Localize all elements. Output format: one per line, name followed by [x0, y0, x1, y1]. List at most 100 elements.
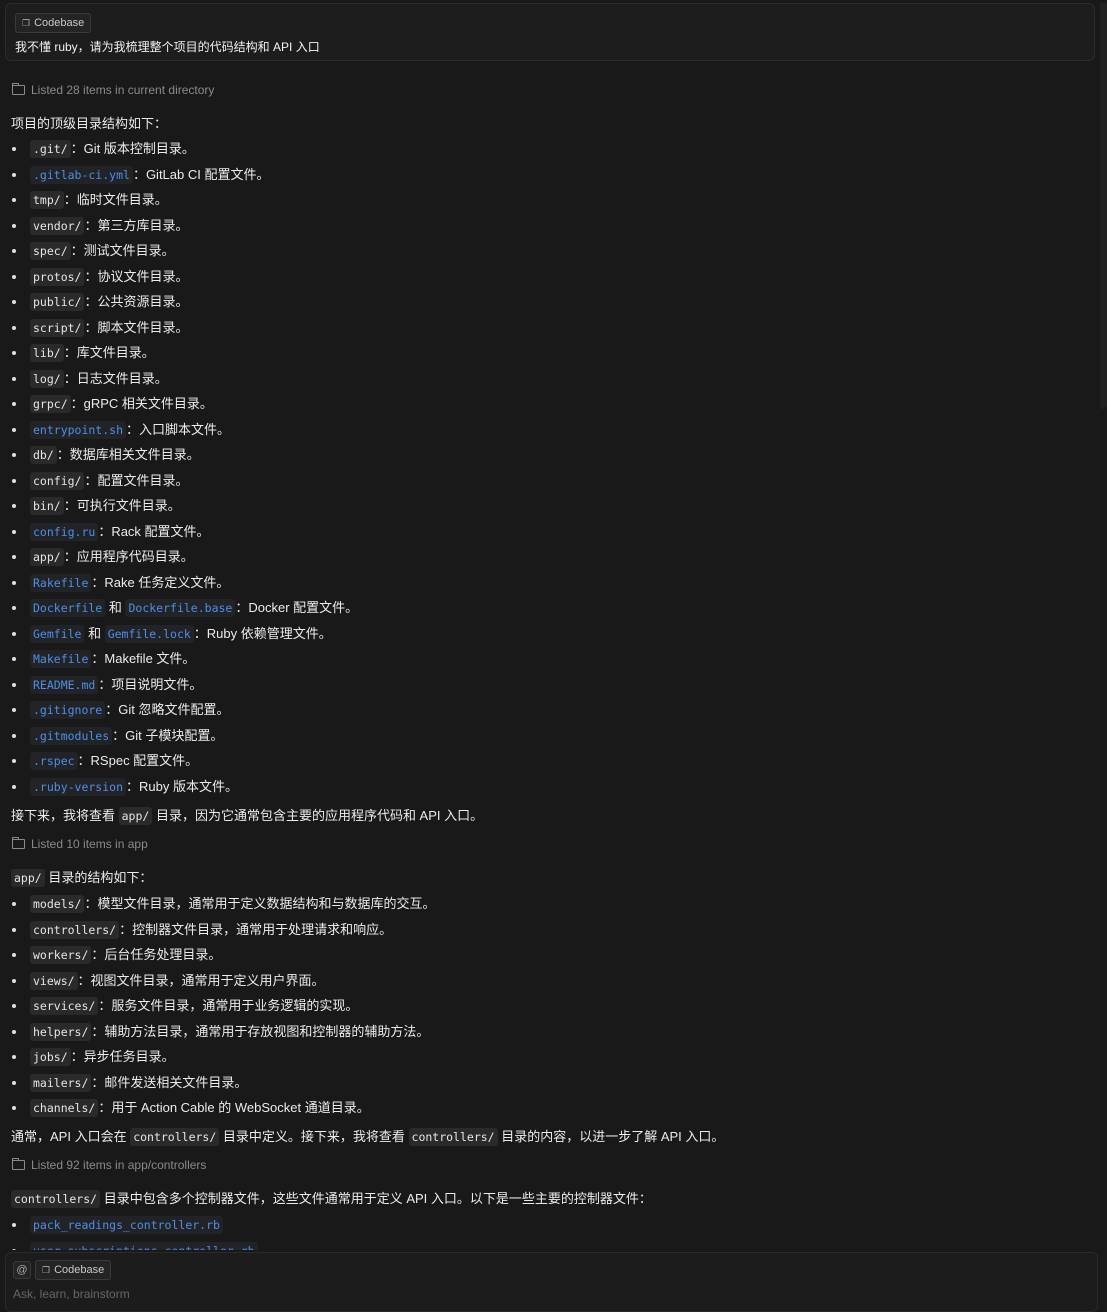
list-item: .ruby-version ：Ruby 版本文件。 — [0, 774, 358, 800]
file-link[interactable]: Dockerfile — [30, 599, 106, 617]
file-link[interactable]: .ruby-version — [30, 777, 127, 796]
file-link[interactable]: .gitmodules — [30, 726, 113, 745]
tool-call-list-controllers[interactable]: Listed 92 items in app/controllers — [12, 1158, 206, 1172]
inline-code: workers/ — [30, 946, 92, 964]
list-item: tmp/：临时文件目录。 — [0, 187, 358, 213]
list-item: controllers/：控制器文件目录，通常用于处理请求和响应。 — [0, 917, 435, 943]
list-item: db/：数据库相关文件目录。 — [0, 442, 358, 468]
inline-code: channels/ — [30, 1099, 99, 1117]
list-item: grpc/：gRPC 相关文件目录。 — [0, 391, 358, 417]
file-link[interactable]: Dockerfile.base — [125, 599, 236, 617]
list-item: .git/：Git 版本控制目录。 — [0, 136, 358, 162]
item-description: ：邮件发送相关文件目录。 — [91, 1074, 248, 1090]
folder-icon — [12, 837, 25, 849]
tool-call-list-app[interactable]: Listed 10 items in app — [12, 837, 148, 851]
item-description: ：Git 版本控制目录。 — [70, 141, 195, 156]
list-item: bin/：可执行文件目录。 — [0, 493, 358, 519]
file-link[interactable]: .gitlab-ci.yml — [30, 165, 133, 184]
list-item: Gemfile 和 Gemfile.lock ：Ruby 依赖管理文件。 — [0, 621, 358, 647]
codebase-context-chip[interactable]: ❐ Codebase — [35, 1260, 112, 1280]
list-item: config/：配置文件目录。 — [0, 468, 358, 494]
item-description: 和 — [84, 625, 105, 641]
tool-call-label: Listed 28 items in current directory — [31, 83, 215, 97]
list-item: user_subscriptions_controller.rb — [0, 1238, 258, 1250]
inline-code: app/ — [118, 807, 153, 825]
composer-input[interactable]: Ask, learn, brainstorm — [13, 1287, 130, 1301]
inline-code: vendor/ — [30, 216, 85, 235]
inline-code: spec/ — [30, 242, 71, 260]
item-description: ：库文件目录。 — [63, 345, 155, 360]
file-link[interactable]: Gemfile — [30, 624, 85, 643]
file-link[interactable]: Gemfile.lock — [104, 624, 194, 643]
list-item: vendor/：第三方库目录。 — [0, 213, 358, 239]
file-link[interactable]: .rspec — [30, 752, 78, 770]
codebase-icon: ❐ — [42, 1264, 51, 1275]
item-description: ：Git 忽略文件配置。 — [105, 702, 230, 717]
item-description: ：后台任务处理目录。 — [91, 947, 222, 962]
composer[interactable]: @ ❐ Codebase Ask, learn, brainstorm — [5, 1252, 1098, 1312]
folder-icon — [12, 83, 25, 95]
item-description: ：临时文件目录。 — [63, 192, 168, 207]
inline-code: app/ — [30, 548, 64, 566]
inline-code: controllers/ — [11, 1190, 101, 1208]
item-description: ：Rack 配置文件。 — [98, 523, 210, 539]
list-item: Dockerfile 和 Dockerfile.base ：Docker 配置文件… — [0, 595, 358, 621]
item-description: ：用于 Action Cable 的 WebSocket 通道目录。 — [98, 1100, 370, 1115]
item-description: 目录的内容，以进一步了解 API 入口。 — [497, 1129, 725, 1144]
user-prompt-text: 我不懂 ruby，请为我梳理整个项目的代码结构和 API 入口 — [15, 40, 320, 54]
item-description: 目录中包含多个控制器文件，这些文件通常用于定义 API 入口。以下是一些主要的控… — [100, 1191, 652, 1206]
item-description: ：Git 子模块配置。 — [112, 727, 224, 743]
list-item: script/：脚本文件目录。 — [0, 315, 358, 341]
inline-code: jobs/ — [30, 1048, 71, 1066]
list-item: helpers/：辅助方法目录，通常用于存放视图和控制器的辅助方法。 — [0, 1019, 435, 1045]
item-description: 目录中定义。接下来，我将查看 — [219, 1129, 409, 1144]
list-item: Makefile ：Makefile 文件。 — [0, 646, 358, 672]
list-item: .rspec ：RSpec 配置文件。 — [0, 748, 358, 774]
scrollbar-thumb[interactable] — [1100, 2, 1107, 409]
item-description: ：项目说明文件。 — [98, 676, 203, 692]
list-item: Rakefile ：Rake 任务定义文件。 — [0, 570, 358, 596]
mention-button[interactable]: @ — [13, 1261, 31, 1279]
tool-call-list-root[interactable]: Listed 28 items in current directory — [12, 83, 214, 97]
list-item: views/：视图文件目录，通常用于定义用户界面。 — [0, 968, 435, 994]
inline-code: public/ — [30, 293, 85, 311]
item-description: 通常，API 入口会在 — [11, 1129, 131, 1144]
file-link[interactable]: user_subscriptions_controller.rb — [30, 1241, 258, 1250]
inline-code: controllers/ — [130, 1128, 220, 1146]
file-link[interactable]: config.ru — [30, 522, 99, 541]
item-description: ：配置文件目录。 — [84, 472, 189, 488]
inline-code: controllers/ — [30, 920, 120, 939]
item-description: 和 — [105, 600, 126, 615]
item-description: ：RSpec 配置文件。 — [77, 753, 199, 768]
file-link[interactable]: Makefile — [30, 650, 92, 668]
list-item: lib/：库文件目录。 — [0, 340, 358, 366]
item-description: 目录，因为它通常包含主要的应用程序代码和 API 入口。 — [152, 808, 484, 823]
inline-code: bin/ — [30, 497, 64, 515]
folder-icon — [12, 1158, 25, 1170]
intro-top-text: 项目的顶级目录结构如下： — [11, 116, 168, 131]
item-description: ：应用程序代码目录。 — [63, 549, 194, 564]
file-link[interactable]: .gitignore — [30, 701, 106, 719]
list-item: app/：应用程序代码目录。 — [0, 544, 358, 570]
list-item: pack_readings_controller.rb — [0, 1212, 258, 1238]
inline-code: log/ — [30, 369, 64, 388]
file-link[interactable]: entrypoint.sh — [30, 420, 127, 439]
item-description: ：入口脚本文件。 — [126, 421, 231, 437]
item-description: ：数据库相关文件目录。 — [56, 447, 200, 462]
file-link[interactable]: Rakefile — [30, 573, 92, 592]
item-description: ：Makefile 文件。 — [91, 651, 196, 666]
item-description: ：Ruby 版本文件。 — [126, 778, 238, 794]
list-item: services/：服务文件目录，通常用于业务逻辑的实现。 — [0, 993, 435, 1019]
list-item: workers/：后台任务处理目录。 — [0, 942, 435, 968]
codebase-context-chip[interactable]: ❐ Codebase — [15, 13, 92, 33]
list-item: README.md ：项目说明文件。 — [0, 672, 358, 698]
codebase-icon: ❐ — [22, 17, 31, 28]
list-item: jobs/：异步任务目录。 — [0, 1044, 435, 1070]
item-description: ：可执行文件目录。 — [63, 498, 181, 513]
file-link[interactable]: README.md — [30, 675, 99, 694]
inline-code: views/ — [30, 971, 78, 990]
chip-label: Codebase — [34, 17, 85, 29]
list-item: entrypoint.sh ：入口脚本文件。 — [0, 417, 358, 443]
file-link[interactable]: pack_readings_controller.rb — [30, 1216, 223, 1234]
list-item: models/：模型文件目录，通常用于定义数据结构和与数据库的交互。 — [0, 891, 435, 917]
